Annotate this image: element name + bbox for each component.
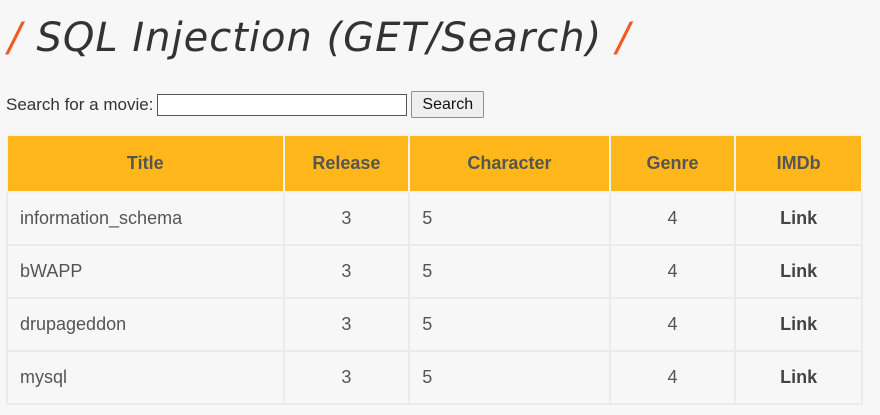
cell-release: 3 — [282, 350, 411, 405]
search-form: Search for a movie: Search — [6, 91, 485, 118]
movies-table: Title Release Character Genre IMDb infor… — [6, 134, 863, 405]
page-title-text: SQL Injection (GET/Search) — [36, 15, 603, 61]
imdb-link[interactable]: Link — [734, 297, 863, 352]
cell-genre: 4 — [608, 191, 737, 246]
cell-title: information_schema — [6, 191, 285, 246]
imdb-link[interactable]: Link — [734, 191, 863, 246]
column-header-imdb: IMDb — [734, 134, 863, 193]
cell-release: 3 — [282, 244, 411, 299]
search-input[interactable] — [157, 93, 408, 116]
search-label: Search for a movie: — [6, 94, 154, 114]
table-body: information_schema 3 5 4 Link bWAPP 3 5 … — [6, 191, 863, 405]
table-header: Title Release Character Genre IMDb — [6, 134, 863, 193]
column-header-release: Release — [282, 134, 411, 193]
table-row: drupageddon 3 5 4 Link — [6, 297, 863, 352]
cell-release: 3 — [282, 297, 411, 352]
imdb-link[interactable]: Link — [734, 244, 863, 299]
title-slash-left: / — [8, 15, 23, 61]
cell-release: 3 — [282, 191, 411, 246]
cell-title: drupageddon — [6, 297, 285, 352]
search-button[interactable]: Search — [411, 91, 485, 118]
table-row: information_schema 3 5 4 Link — [6, 191, 863, 246]
cell-genre: 4 — [608, 297, 737, 352]
cell-character: 5 — [408, 350, 611, 405]
table-row: bWAPP 3 5 4 Link — [6, 244, 863, 299]
imdb-link[interactable]: Link — [734, 350, 863, 405]
column-header-title: Title — [6, 134, 285, 193]
cell-title: mysql — [6, 350, 285, 405]
cell-genre: 4 — [608, 350, 737, 405]
table-header-row: Title Release Character Genre IMDb — [6, 134, 863, 193]
page-title: / SQL Injection (GET/Search) / — [6, 6, 631, 70]
cell-character: 5 — [408, 297, 611, 352]
table-row: mysql 3 5 4 Link — [6, 350, 863, 405]
cell-character: 5 — [408, 244, 611, 299]
cell-genre: 4 — [608, 244, 737, 299]
column-header-character: Character — [408, 134, 611, 193]
cell-title: bWAPP — [6, 244, 285, 299]
cell-character: 5 — [408, 191, 611, 246]
title-slash-right: / — [616, 15, 631, 61]
column-header-genre: Genre — [608, 134, 737, 193]
